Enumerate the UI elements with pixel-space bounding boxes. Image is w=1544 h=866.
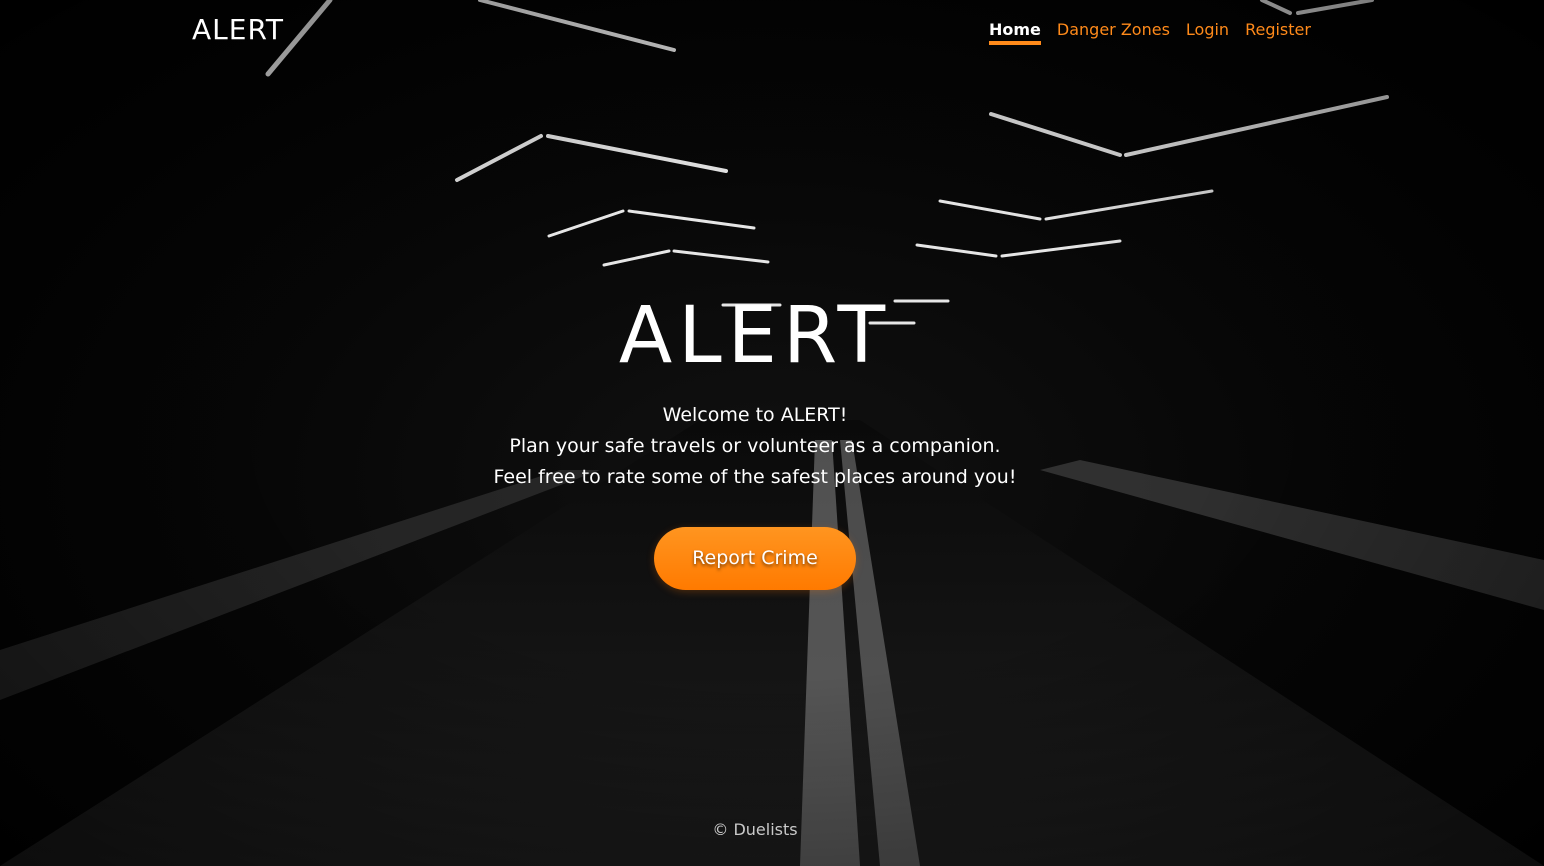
hero-line-rate: Feel free to rate some of the safest pla… bbox=[493, 466, 1017, 488]
nav-link-home[interactable]: Home bbox=[989, 20, 1041, 45]
hero-title: ALERT bbox=[618, 291, 892, 381]
hero-section: ALERT Welcome to ALERT! Plan your safe t… bbox=[0, 290, 1510, 590]
report-crime-button[interactable]: Report Crime bbox=[654, 527, 856, 590]
nav-link-danger-zones[interactable]: Danger Zones bbox=[1057, 20, 1170, 45]
nav-link-login[interactable]: Login bbox=[1186, 20, 1229, 45]
navbar: ALERT Home Danger Zones Login Register bbox=[0, 0, 1544, 64]
hero-line-welcome: Welcome to ALERT! bbox=[662, 404, 848, 426]
hero-line-plan: Plan your safe travels or volunteer as a… bbox=[509, 435, 1001, 457]
nav-link-register[interactable]: Register bbox=[1245, 20, 1311, 45]
footer-copyright: © Duelists bbox=[712, 820, 798, 839]
nav-links: Home Danger Zones Login Register bbox=[989, 20, 1311, 45]
page: ALERT Home Danger Zones Login Register A… bbox=[0, 0, 1544, 866]
hero-description: Welcome to ALERT! Plan your safe travels… bbox=[0, 400, 1510, 493]
brand-logo[interactable]: ALERT bbox=[192, 13, 284, 46]
